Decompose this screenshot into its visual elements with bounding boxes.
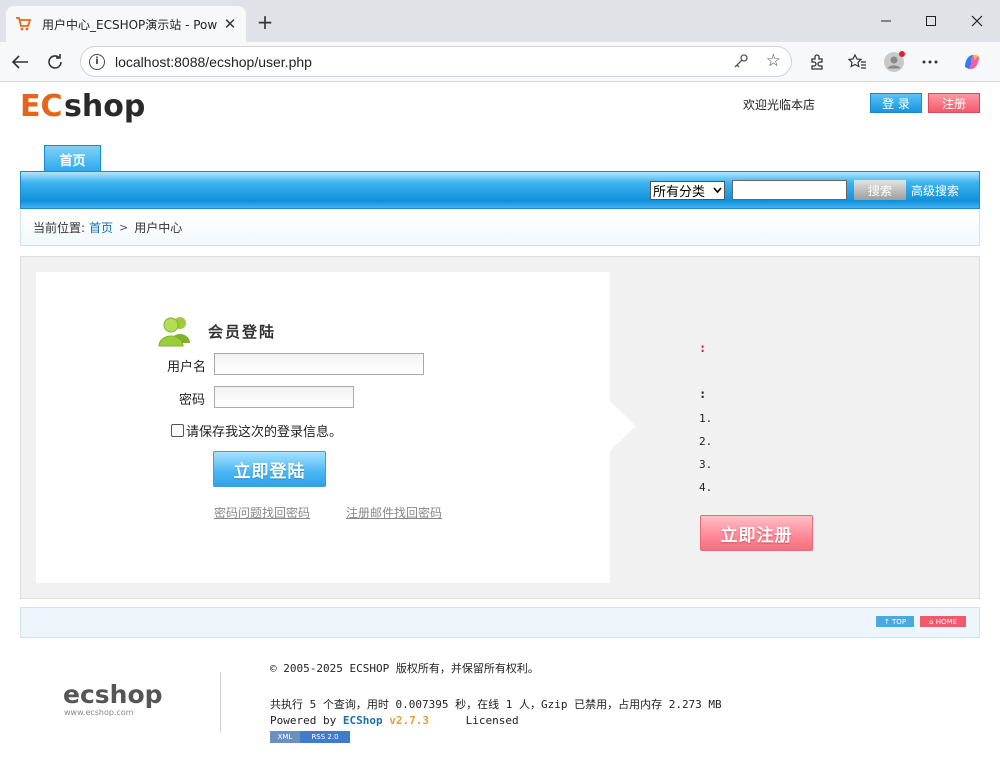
svg-text:EC: EC [20, 89, 63, 124]
minimize-icon[interactable] [866, 8, 906, 34]
footer-divider [220, 672, 221, 732]
search-input[interactable] [732, 180, 847, 200]
svg-text:shop: shop [64, 89, 144, 124]
cart-favicon-icon [14, 15, 32, 33]
back-to-top-button[interactable]: ↑ TOP [876, 616, 914, 627]
category-select-value: 所有分类 [653, 185, 706, 200]
url-field[interactable]: i localhost:8088/ecshop/user.php ☆ [80, 46, 792, 77]
breadcrumb-current: 用户中心 [134, 221, 183, 235]
list-item: 2. [699, 435, 713, 448]
list-item: 3. [699, 458, 713, 471]
feed-badges: XML RSS 2.0 [270, 731, 350, 743]
advanced-search-link[interactable]: 高级搜索 [911, 182, 959, 199]
key-icon[interactable] [733, 53, 749, 73]
rss-badge[interactable]: RSS 2.0 [300, 731, 350, 743]
url-text: localhost:8088/ecshop/user.php [115, 53, 312, 70]
powered-by-prefix: Powered by [270, 714, 337, 727]
ecshop-logo[interactable]: EC shop [20, 87, 145, 128]
svg-text:ecshop: ecshop [63, 680, 163, 709]
register-now-button[interactable]: 立即注册 [700, 515, 813, 551]
favorites-icon[interactable] [845, 50, 869, 74]
register-button[interactable]: 注册 [928, 93, 980, 113]
category-select[interactable]: 所有分类 [650, 181, 725, 200]
maximize-icon[interactable] [911, 8, 951, 34]
browser-tab-active[interactable]: 用户中心_ECSHOP演示站 - Powered ✕ [6, 6, 246, 42]
footer-bar: ↑ TOP ⌂ HOME [20, 607, 980, 638]
nav-tab-home[interactable]: 首页 [44, 145, 101, 172]
profile-avatar-icon[interactable] [882, 50, 906, 74]
forgot-by-email-link[interactable]: 注册邮件找回密码 [346, 504, 442, 521]
login-title: 会员登陆 [208, 323, 277, 341]
username-label: 用户名 [167, 360, 207, 375]
search-button[interactable]: 搜索 [854, 180, 906, 200]
list-item: 1. [699, 412, 713, 425]
forgot-by-question-link[interactable]: 密码问题找回密码 [214, 504, 310, 521]
breadcrumb-separator: > [119, 221, 129, 234]
remember-label: 请保存我这次的登录信息。 [186, 425, 343, 440]
login-submit-button[interactable]: 立即登陆 [213, 451, 326, 487]
more-menu-icon[interactable] [918, 50, 942, 74]
home-button[interactable]: ⌂ HOME [920, 616, 966, 627]
remember-me[interactable]: 请保存我这次的登录信息。 [171, 421, 342, 440]
member-users-icon [158, 313, 192, 350]
back-arrow-icon[interactable] [7, 49, 33, 75]
password-label: 密码 [179, 393, 206, 408]
powered-by-link[interactable]: ECShop [343, 714, 383, 727]
login-button[interactable]: 登 录 [870, 93, 922, 113]
welcome-text: 欢迎光临本店 [743, 98, 816, 112]
address-bar-row: i localhost:8088/ecshop/user.php ☆ [0, 42, 1000, 82]
user-center-main: 会员登陆 用户名 密码 请保存我这次的登录信息。 立即登陆 密码问题找回密码 注… [20, 256, 980, 599]
main-navbar: 所有分类 搜索 高级搜索 [20, 171, 980, 209]
list-item: 4. [699, 481, 713, 494]
query-stats-text: 共执行 5 个查询，用时 0.007395 秒，在线 1 人，Gzip 已禁用，… [270, 698, 722, 711]
extensions-icon[interactable] [805, 50, 829, 74]
breadcrumb-home-link[interactable]: 首页 [89, 219, 113, 236]
breadcrumb: 当前位置: 首页 > 用户中心 [20, 210, 980, 246]
close-tab-icon[interactable]: ✕ [220, 14, 240, 34]
login-panel: 会员登陆 用户名 密码 请保存我这次的登录信息。 立即登陆 密码问题找回密码 注… [36, 272, 610, 583]
copyright-text: © 2005-2025 ECSHOP 版权所有，并保留所有权利。 [270, 662, 539, 675]
new-tab-button[interactable]: + [252, 10, 278, 34]
chevron-down-icon [713, 183, 722, 200]
copilot-icon[interactable] [960, 50, 984, 74]
register-info-subheading: : [699, 387, 707, 401]
panel-pointer-arrow [610, 401, 636, 451]
version-text: v2.7.3 [389, 714, 429, 727]
favorite-star-icon[interactable]: ☆ [766, 51, 781, 71]
footer-ecshop-logo: ecshop www.ecshop.com [62, 679, 166, 720]
breadcrumb-prefix: 当前位置: [33, 221, 86, 235]
reload-icon[interactable] [42, 49, 68, 75]
footer-logo-url: www.ecshop.com [64, 708, 134, 717]
tab-title: 用户中心_ECSHOP演示站 - Powered [42, 17, 218, 32]
register-info-heading: : [699, 341, 707, 355]
password-input[interactable] [214, 386, 354, 408]
license-text: Licensed [465, 714, 519, 727]
close-window-icon[interactable] [957, 8, 997, 34]
page-viewport: EC shop 欢迎光临本店 登 录 注册 首页 所有分类 搜索 高级搜索 当前… [0, 82, 1000, 768]
xml-badge[interactable]: XML [270, 731, 300, 743]
powered-by-line: Powered by ECShop v2.7.3 Licensed [270, 714, 519, 727]
site-info-icon[interactable]: i [89, 53, 105, 70]
browser-tab-strip: 用户中心_ECSHOP演示站 - Powered ✕ + [0, 0, 1000, 42]
remember-checkbox[interactable] [171, 424, 184, 437]
username-input[interactable] [214, 353, 424, 375]
